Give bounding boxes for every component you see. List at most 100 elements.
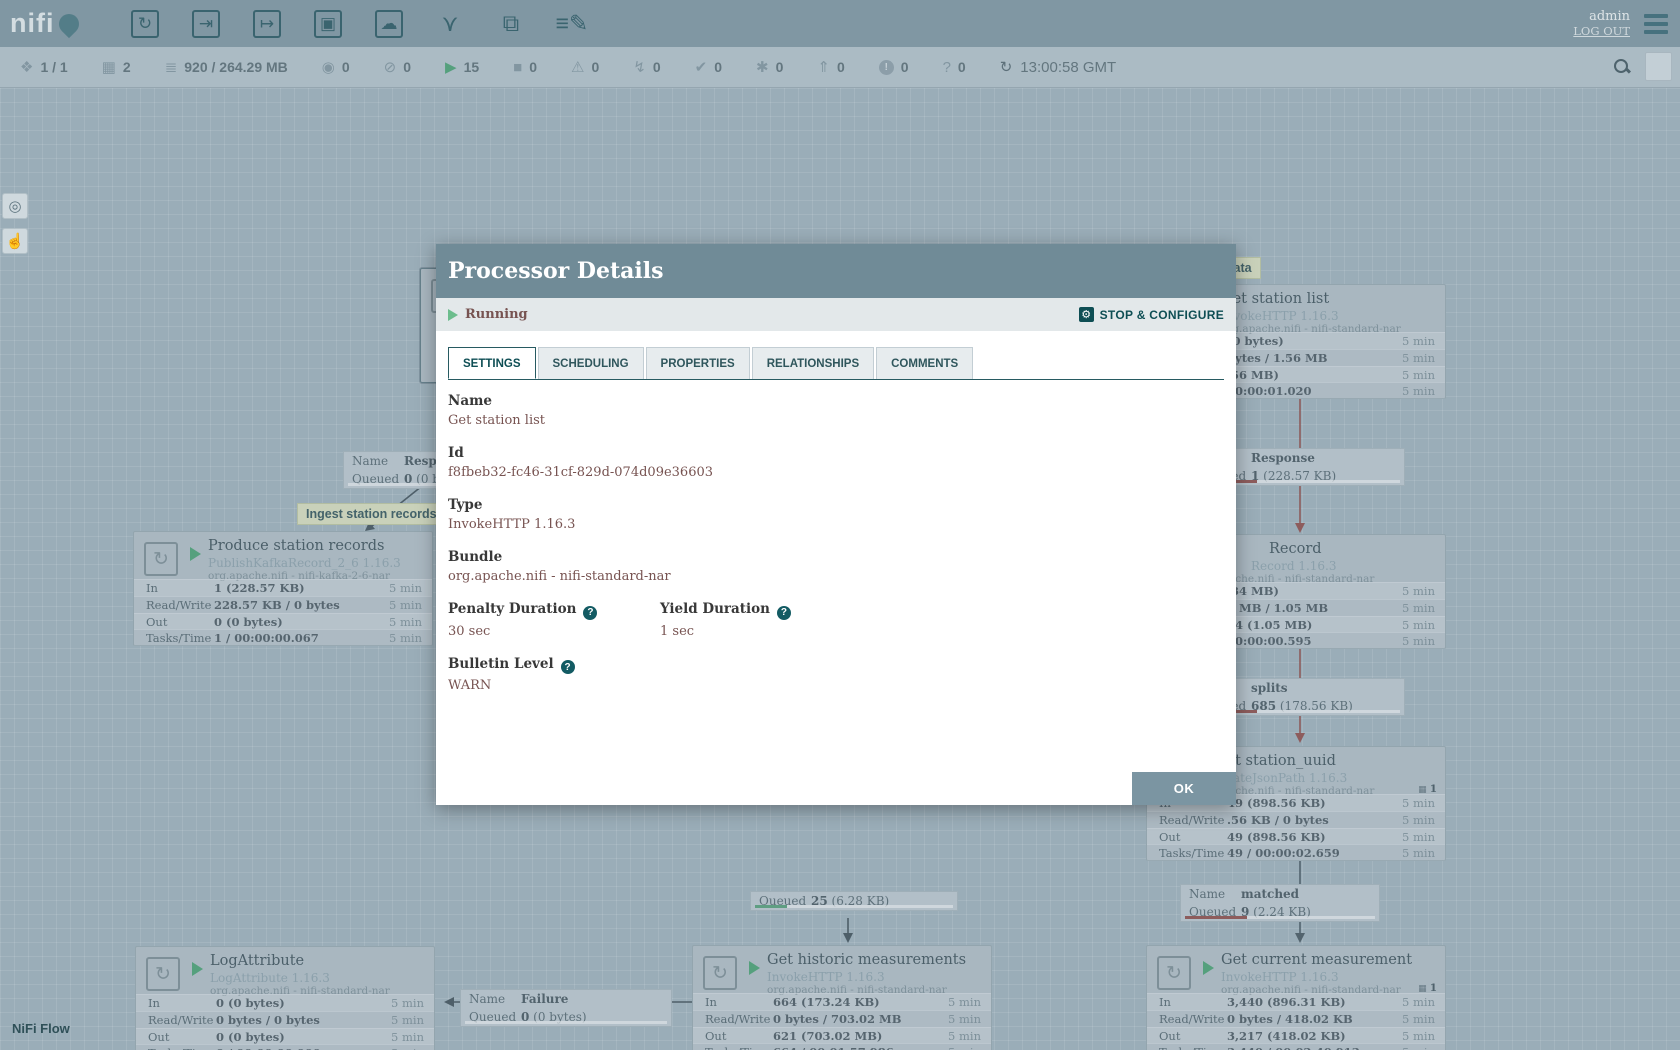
- funnel-icon[interactable]: ⋎: [433, 7, 467, 41]
- global-menu-icon[interactable]: [1644, 14, 1668, 34]
- stat-row: Read/Write228.57 KB / 0 bytes5 min: [134, 596, 432, 613]
- processor-name: Get station list: [1221, 291, 1329, 307]
- status-count: 0: [403, 59, 411, 75]
- field-value-name: Get station list: [448, 413, 1224, 428]
- nifi-logo: nifi: [10, 8, 110, 39]
- field-label-bundle: Bundle: [448, 549, 1224, 565]
- processor-type: InvokeHTTP 1.16.3: [1221, 970, 1339, 984]
- stat-row: Out49 (898.56 KB)5 min: [1147, 828, 1445, 845]
- stat-row: Out0 (0 bytes)5 min: [134, 613, 432, 630]
- panel-toggle-button[interactable]: [1645, 52, 1672, 81]
- stop-configure-gear-icon: ⚙: [1079, 307, 1094, 322]
- status-count: 0: [591, 59, 599, 75]
- stat-row: In0 (0 bytes)5 min: [136, 994, 434, 1011]
- dialog-header: Processor Details: [436, 244, 1236, 298]
- process-group-icon[interactable]: ▣: [311, 7, 345, 41]
- dialog-status-bar: Running ⚙ STOP & CONFIGURE: [436, 298, 1236, 331]
- processor-icon[interactable]: ↻: [128, 7, 162, 41]
- field-value-bulletin-level: WARN: [448, 678, 1224, 693]
- status-stale: ⇑0: [817, 58, 844, 76]
- stop-and-configure-button[interactable]: ⚙ STOP & CONFIGURE: [1079, 307, 1224, 322]
- processor[interactable]: ↻LogAttributeLogAttribute 1.16.3org.apac…: [135, 946, 435, 1050]
- stat-row: Tasks/Time0 / 00:00:00.0005 min: [136, 1044, 434, 1050]
- stat-row: Read/Write0 bytes / 703.02 MB5 min: [693, 1010, 991, 1027]
- processor-name: Produce station records: [208, 538, 384, 554]
- status-modified-stale: !0: [879, 59, 909, 75]
- status-bar: ❖1 / 1▦2≣920 / 264.29 MB◉0⊘0▶15■0⚠0↯0✔0✱…: [0, 47, 1680, 88]
- not-transmitting-icon: ⊘: [384, 58, 397, 76]
- field-value-id: f8fbeb32-fc46-31cf-829d-074d09e36603: [448, 465, 1224, 480]
- status-cluster: ❖ 1 / 1: [20, 58, 68, 76]
- help-icon[interactable]: ?: [777, 606, 791, 620]
- output-port-icon[interactable]: ↦: [250, 7, 284, 41]
- component-toolbar: ↻ ⇥ ↦ ▣ ☁ ⋎ ⧉ ≡✎: [128, 7, 589, 41]
- field-label-penalty-duration: Penalty Duration?: [448, 601, 600, 620]
- queued-icon: ≣: [165, 58, 178, 76]
- label-icon[interactable]: ≡✎: [555, 7, 589, 41]
- nifi-logo-text: nifi: [10, 8, 55, 39]
- processor-icon: ↻: [146, 957, 180, 991]
- status-not-transmitting: ⊘0: [384, 58, 411, 76]
- locally-modified-icon: ✱: [756, 58, 769, 76]
- sync-failure-icon: ?: [943, 59, 951, 76]
- template-icon[interactable]: ⧉: [494, 7, 528, 41]
- remote-process-group-icon[interactable]: ☁: [372, 7, 406, 41]
- field-label-type: Type: [448, 497, 1224, 513]
- transmitting-icon: ◉: [322, 58, 335, 76]
- status-transmitting: ◉0: [322, 58, 350, 76]
- status-count: 0: [776, 59, 784, 75]
- modified-stale-icon: !: [879, 60, 894, 75]
- hand-tool-icon[interactable]: ☝: [2, 228, 28, 254]
- status-count: 0: [714, 59, 722, 75]
- stat-row: Tasks/Time664 / 00:01:57.9865 min: [693, 1043, 991, 1050]
- status-queued: ≣ 920 / 264.29 MB: [165, 58, 288, 76]
- refresh-icon[interactable]: ↻: [1000, 58, 1013, 76]
- processor-type: InvokeHTTP 1.16.3: [767, 970, 885, 984]
- disabled-icon: ↯: [633, 58, 646, 76]
- stat-row: Read/Write.56 KB / 0 bytes5 min: [1147, 811, 1445, 828]
- running-icon: [192, 962, 203, 976]
- field-label-yield-duration: Yield Duration?: [660, 601, 812, 620]
- search-icon[interactable]: [1613, 58, 1631, 76]
- logout-link[interactable]: LOG OUT: [1573, 24, 1630, 39]
- processor-name: Get current measurement: [1221, 952, 1412, 968]
- processor-icon: ↻: [1157, 956, 1191, 990]
- connection-label[interactable]: Queued25 (6.28 KB): [750, 891, 958, 911]
- nifi-drop-icon: [54, 9, 82, 37]
- birdseye-icon[interactable]: ◎: [2, 193, 28, 219]
- canvas-label[interactable]: Ingest station records: [297, 503, 446, 525]
- status-count: 0: [529, 59, 537, 75]
- connection-label[interactable]: NamematchedQueued9 (2.24 KB): [1180, 884, 1380, 922]
- field-value-yield-duration: 1 sec: [660, 624, 812, 639]
- stat-row: In664 (173.24 KB)5 min: [693, 993, 991, 1010]
- tab-settings[interactable]: SETTINGS: [448, 347, 536, 379]
- status-count: 920 / 264.29 MB: [184, 59, 288, 75]
- status-count: 1 / 1: [40, 59, 67, 75]
- stat-row: Tasks/Time49 / 00:00:02.6595 min: [1147, 844, 1445, 861]
- dialog-tabs: SETTINGSSCHEDULINGPROPERTIESRELATIONSHIP…: [448, 347, 1224, 380]
- tab-scheduling[interactable]: SCHEDULING: [538, 347, 644, 379]
- current-user: admin: [1573, 9, 1630, 24]
- connection-label[interactable]: NameFailureQueued0 (0 bytes): [460, 989, 672, 1027]
- help-icon[interactable]: ?: [583, 606, 597, 620]
- tab-relationships[interactable]: RELATIONSHIPS: [752, 347, 874, 379]
- status-stopped: ■0: [513, 59, 537, 76]
- running-icon: ▶: [445, 58, 457, 76]
- status-count: 2: [123, 59, 131, 75]
- input-port-icon[interactable]: ⇥: [189, 7, 223, 41]
- processor[interactable]: ↻Produce station recordsPublishKafkaReco…: [133, 531, 433, 646]
- processor-type: LogAttribute 1.16.3: [210, 971, 330, 985]
- processor[interactable]: ↻ Get current measurement InvokeHTTP 1.16.…: [1146, 945, 1446, 1050]
- tab-properties[interactable]: PROPERTIES: [646, 347, 750, 379]
- tab-comments[interactable]: COMMENTS: [876, 347, 973, 379]
- processor[interactable]: ↻Get historic measurementsInvokeHTTP 1.1…: [692, 945, 992, 1050]
- help-icon[interactable]: ?: [561, 660, 575, 674]
- field-value-penalty-duration: 30 sec: [448, 624, 600, 639]
- cluster-icon: ❖: [20, 58, 33, 76]
- ok-button[interactable]: OK: [1132, 772, 1236, 805]
- breadcrumb[interactable]: NiFi Flow: [12, 1021, 70, 1036]
- status-count: 0: [958, 59, 966, 75]
- stat-row: Out0 (0 bytes)5 min: [136, 1028, 434, 1045]
- status-invalid: ⚠0: [571, 58, 599, 76]
- app-header: nifi ↻ ⇥ ↦ ▣ ☁ ⋎ ⧉ ≡✎ admin LOG OUT: [0, 0, 1680, 47]
